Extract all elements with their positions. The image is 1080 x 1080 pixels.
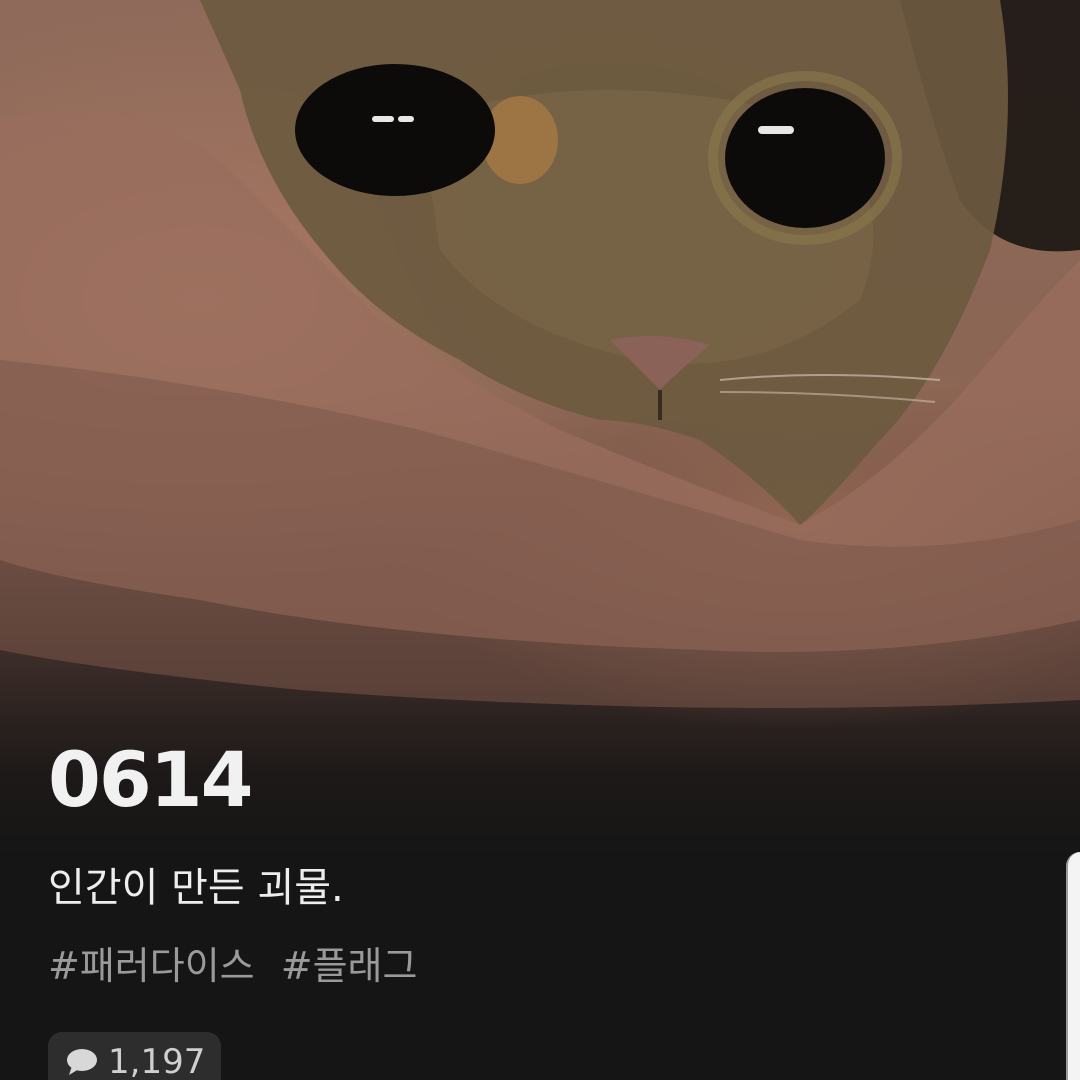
post-subtitle: 인간이 만든 괴물. (48, 865, 344, 911)
comment-count: 1,197 (108, 1042, 206, 1080)
speech-bubble-icon (67, 1049, 97, 1075)
hashtag-list: #패러다이스 #플래그 (48, 944, 431, 988)
post-card[interactable]: 0614 인간이 만든 괴물. #패러다이스 #플래그 1,197 (0, 0, 1080, 1080)
kitten-illustration (0, 0, 1080, 708)
cover-image (0, 0, 1080, 860)
comment-count-badge[interactable]: 1,197 (48, 1032, 222, 1080)
side-panel-edge[interactable] (1066, 852, 1080, 1080)
post-title: 0614 (48, 735, 254, 824)
hashtag-paradise[interactable]: #패러다이스 (48, 944, 255, 988)
hashtag-flag[interactable]: #플래그 (281, 944, 418, 988)
